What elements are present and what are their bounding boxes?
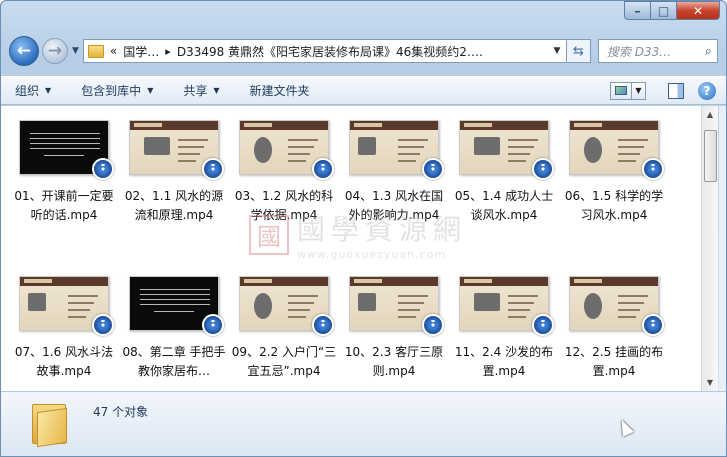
refresh-button[interactable]: ⇆: [566, 39, 591, 63]
view-controls: ▼ ?: [610, 81, 716, 100]
scroll-down-icon[interactable]: ▼: [702, 374, 718, 391]
file-name: 09、2.2 入户门“三宜五忌”.mp4: [231, 345, 337, 378]
file-item[interactable]: 01、开课前一定要听的话.mp4: [9, 112, 119, 237]
video-file-icon: [422, 314, 444, 336]
item-count: 47 个对象: [93, 405, 149, 419]
back-button[interactable]: ←: [9, 36, 39, 66]
breadcrumb-separator-icon[interactable]: ▸: [165, 45, 171, 58]
file-name: 07、1.6 风水斗法故事.mp4: [14, 345, 114, 378]
file-item[interactable]: 02、1.1 风水的源流和原理.mp4: [119, 112, 229, 237]
navigation-bar: ← → ▼ « 国学… ▸ D33498 黄鼎然《阳宅家居装修布局课》46集视频…: [9, 34, 718, 68]
organize-label: 组织: [15, 84, 40, 98]
file-item[interactable]: 03、1.2 风水的科学依据.mp4: [229, 112, 339, 237]
share-label: 共享: [183, 84, 208, 98]
address-history-icon[interactable]: «: [110, 44, 117, 58]
maximize-button[interactable]: □: [650, 1, 676, 20]
search-input[interactable]: 搜索 D33… ⌕: [597, 39, 718, 63]
video-file-icon: [312, 314, 334, 336]
chevron-down-icon: ▼: [45, 86, 52, 95]
include-in-library-button[interactable]: 包含到库中 ▼: [81, 82, 153, 99]
chevron-down-icon: ▼: [147, 86, 154, 95]
help-button[interactable]: ?: [698, 81, 716, 100]
change-view-button[interactable]: [610, 81, 632, 100]
file-item[interactable]: 07、1.6 风水斗法故事.mp4: [9, 268, 119, 391]
file-name: 03、1.2 风水的科学依据.mp4: [234, 189, 334, 222]
file-list: 01、开课前一定要听的话.mp4 02、1.1 风水的源流和原理.mp4 03、1.…: [1, 106, 701, 391]
video-file-icon: [532, 158, 554, 180]
scroll-up-icon[interactable]: ▲: [702, 106, 718, 123]
video-file-icon: [642, 314, 664, 336]
video-file-icon: [642, 158, 664, 180]
video-file-icon: [92, 158, 114, 180]
close-button[interactable]: ✕: [676, 1, 720, 20]
back-arrow-icon: ←: [16, 41, 32, 61]
address-bar[interactable]: « 国学… ▸ D33498 黄鼎然《阳宅家居装修布局课》46集视频约2…. ▼: [82, 39, 567, 63]
include-label: 包含到库中: [81, 84, 142, 98]
caption-buttons: – □ ✕: [624, 1, 720, 20]
file-name: 12、2.5 挂画的布置.mp4: [564, 345, 664, 378]
file-name: 10、2.3 客厅三原则.mp4: [344, 345, 444, 378]
chevron-down-icon: ▼: [635, 86, 642, 95]
file-item[interactable]: 08、第二章 手把手教你家居布…: [119, 268, 229, 391]
scroll-thumb[interactable]: [704, 130, 717, 182]
address-dropdown-icon[interactable]: ▼: [548, 46, 566, 56]
file-item[interactable]: 06、1.5 科学的学习风水.mp4: [559, 112, 669, 237]
file-name: 11、2.4 沙发的布置.mp4: [454, 345, 554, 378]
file-item[interactable]: 09、2.2 入户门“三宜五忌”.mp4: [229, 268, 339, 391]
search-icon[interactable]: ⌕: [705, 44, 712, 59]
breadcrumb-item-current[interactable]: D33498 黄鼎然《阳宅家居装修布局课》46集视频约2….: [177, 43, 483, 60]
command-bar: 组织 ▼ 包含到库中 ▼ 共享 ▼ 新建文件夹 ▼ ?: [1, 76, 726, 105]
organize-button[interactable]: 组织 ▼: [15, 82, 51, 99]
pane-edge: [719, 106, 726, 391]
folder-icon: [87, 44, 104, 58]
file-item[interactable]: 10、2.3 客厅三原则.mp4: [339, 268, 449, 391]
file-name: 06、1.5 科学的学习风水.mp4: [564, 189, 664, 222]
file-name: 08、第二章 手把手教你家居布…: [122, 345, 226, 378]
file-item[interactable]: 05、1.4 成功人士谈风水.mp4: [449, 112, 559, 237]
file-item[interactable]: 11、2.4 沙发的布置.mp4: [449, 268, 559, 391]
view-icon: [615, 86, 627, 95]
forward-button[interactable]: →: [42, 38, 68, 64]
video-file-icon: [422, 158, 444, 180]
share-button[interactable]: 共享 ▼: [183, 82, 219, 99]
explorer-window: – □ ✕ ← → ▼ « 国学… ▸ D33498 黄鼎然《阳宅家居装修布局课…: [0, 0, 727, 457]
view-dropdown[interactable]: ▼: [632, 81, 646, 100]
new-folder-label: 新建文件夹: [249, 84, 310, 98]
recent-pages-dropdown[interactable]: ▼: [72, 46, 79, 56]
help-icon: ?: [703, 83, 711, 98]
preview-pane-button[interactable]: [668, 82, 684, 99]
video-file-icon: [312, 158, 334, 180]
breadcrumb-item-parent[interactable]: 国学…: [123, 43, 159, 60]
video-file-icon: [92, 314, 114, 336]
video-file-icon: [532, 314, 554, 336]
minimize-button[interactable]: –: [624, 1, 650, 20]
new-folder-button[interactable]: 新建文件夹: [250, 82, 310, 99]
video-file-icon: [202, 314, 224, 336]
file-name: 04、1.3 风水在国外的影响力.mp4: [344, 189, 444, 222]
folder-icon: [29, 400, 75, 448]
chevron-down-icon: ▼: [213, 86, 220, 95]
vertical-scrollbar[interactable]: ▲ ▼: [701, 106, 718, 391]
file-item[interactable]: 04、1.3 风水在国外的影响力.mp4: [339, 112, 449, 237]
file-name: 02、1.1 风水的源流和原理.mp4: [124, 189, 224, 222]
forward-arrow-icon: →: [47, 41, 63, 61]
file-name: 01、开课前一定要听的话.mp4: [14, 189, 114, 222]
refresh-icon: ⇆: [572, 43, 584, 59]
file-name: 05、1.4 成功人士谈风水.mp4: [454, 189, 554, 222]
video-file-icon: [202, 158, 224, 180]
file-item[interactable]: 12、2.5 挂画的布置.mp4: [559, 268, 669, 391]
search-placeholder: 搜索 D33…: [606, 44, 672, 59]
